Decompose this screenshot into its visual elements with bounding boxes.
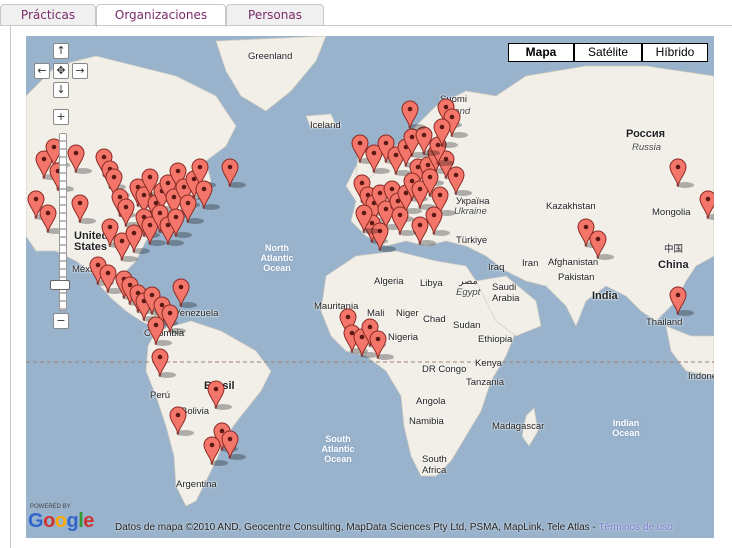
label-indian-ocean: Indian Ocean bbox=[612, 418, 640, 438]
map-marker[interactable] bbox=[172, 278, 197, 308]
label-south-atlantic: South Atlantic Ocean bbox=[321, 434, 355, 464]
maptype-mapa-button[interactable]: Mapa bbox=[508, 43, 574, 62]
tab-practicas[interactable]: Prácticas bbox=[0, 4, 96, 26]
label-turkiye: Türkiye bbox=[456, 235, 488, 246]
map-marker[interactable] bbox=[195, 180, 220, 210]
google-logo: Google bbox=[28, 510, 94, 532]
label-india: India bbox=[592, 290, 618, 302]
label-egypt-native: مصر bbox=[459, 276, 478, 287]
label-china: China bbox=[658, 259, 689, 271]
zoom-in-icon[interactable]: + bbox=[53, 109, 69, 125]
label-chad: Chad bbox=[423, 314, 446, 325]
label-pakistan: Pakistan bbox=[558, 272, 595, 283]
map-marker[interactable] bbox=[355, 204, 380, 234]
label-peru: Perú bbox=[150, 390, 171, 401]
label-argentina: Argentina bbox=[176, 479, 217, 490]
map-marker[interactable] bbox=[433, 118, 458, 148]
zoom-out-icon[interactable]: − bbox=[53, 313, 69, 329]
label-kazakhstan: Kazakhstan bbox=[546, 201, 596, 212]
label-madagascar: Madagascar bbox=[492, 421, 545, 432]
maptype-hibrido-button[interactable]: Híbrido bbox=[642, 43, 708, 62]
label-sudan: Sudan bbox=[453, 320, 481, 331]
label-algeria: Algeria bbox=[374, 276, 404, 287]
map-marker[interactable] bbox=[207, 380, 232, 410]
label-greenland: Greenland bbox=[248, 51, 293, 62]
label-kenya: Kenya bbox=[475, 358, 502, 369]
label-russia: Russia bbox=[632, 142, 662, 153]
map-marker[interactable] bbox=[169, 406, 194, 436]
label-angola: Angola bbox=[416, 396, 446, 407]
label-mongolia: Mongolia bbox=[652, 207, 691, 218]
label-rossiya: Россия bbox=[626, 128, 666, 140]
label-namibia: Namibia bbox=[409, 416, 444, 427]
label-saudi: Saudi Arabia bbox=[492, 282, 520, 304]
label-egypt: Egypt bbox=[456, 287, 481, 298]
map-marker[interactable] bbox=[203, 436, 228, 466]
map-marker[interactable] bbox=[669, 158, 694, 188]
map-marker[interactable] bbox=[391, 206, 416, 236]
map-marker[interactable] bbox=[369, 330, 394, 360]
label-china-native: 中国 bbox=[664, 244, 684, 255]
map-marker[interactable] bbox=[589, 230, 614, 260]
label-niger: Niger bbox=[396, 308, 419, 319]
map-marker[interactable] bbox=[699, 190, 714, 220]
map-marker[interactable] bbox=[167, 208, 192, 238]
label-north-atlantic: North Atlantic Ocean bbox=[260, 243, 294, 273]
label-dr-congo: DR Congo bbox=[422, 364, 467, 375]
tab-organizaciones[interactable]: Organizaciones bbox=[96, 4, 226, 27]
label-iceland: Iceland bbox=[310, 120, 341, 131]
label-thailand: Thailand bbox=[646, 317, 683, 328]
label-ukraine: Ukraine bbox=[454, 206, 487, 217]
arrow-left-icon[interactable]: ← bbox=[34, 63, 50, 79]
label-south-africa: South Africa bbox=[422, 454, 447, 476]
map-marker[interactable] bbox=[67, 144, 92, 174]
zoom-slider-thumb[interactable] bbox=[50, 280, 70, 290]
map-marker[interactable] bbox=[147, 316, 172, 346]
label-iraq: Iraq bbox=[488, 262, 505, 273]
map-attribution: Datos de mapa ©2010 AND, Geocentre Consu… bbox=[115, 522, 673, 533]
map-marker[interactable] bbox=[415, 126, 440, 156]
map-marker[interactable] bbox=[39, 204, 64, 234]
arrow-up-icon[interactable]: ↑ bbox=[53, 43, 69, 59]
label-libya: Libya bbox=[420, 278, 443, 289]
map-marker[interactable] bbox=[221, 158, 246, 188]
map-marker[interactable] bbox=[71, 194, 96, 224]
tab-personas[interactable]: Personas bbox=[226, 4, 324, 26]
maptype-satelite-button[interactable]: Satélite bbox=[574, 43, 642, 62]
map-marker[interactable] bbox=[669, 286, 694, 316]
label-ethiopia: Ethiopia bbox=[478, 334, 513, 345]
map-marker[interactable] bbox=[151, 348, 176, 378]
world-map[interactable]: Greenland Iceland Suomi Finland Россия R… bbox=[26, 36, 714, 538]
terms-link[interactable]: Términos de uso bbox=[598, 522, 672, 533]
recenter-icon[interactable]: ✥ bbox=[53, 63, 69, 79]
label-tanzania: Tanzania bbox=[466, 377, 505, 388]
arrow-down-icon[interactable]: ↓ bbox=[53, 82, 69, 98]
map-marker[interactable] bbox=[401, 100, 426, 130]
label-iran: Iran bbox=[522, 258, 539, 269]
arrow-right-icon[interactable]: → bbox=[72, 63, 88, 79]
label-indonesia: Indone bbox=[688, 371, 714, 382]
tab-bar: Prácticas Organizaciones Personas bbox=[0, 0, 732, 27]
